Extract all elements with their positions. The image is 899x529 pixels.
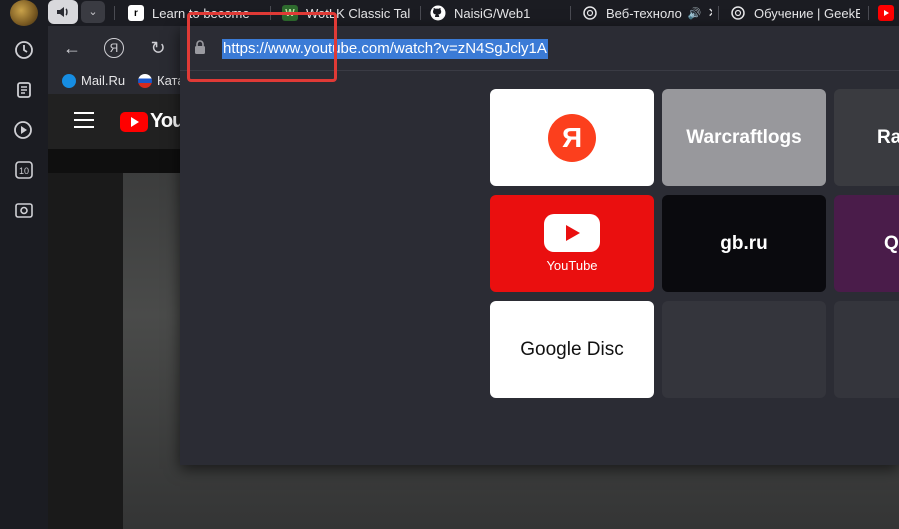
github-icon	[430, 5, 446, 21]
screenshot-icon[interactable]	[12, 198, 36, 222]
roadmap-icon: r	[128, 5, 144, 21]
mailru-icon	[62, 73, 76, 88]
history-icon[interactable]	[12, 38, 36, 62]
tile-ra[interactable]: Ra	[834, 89, 899, 186]
tab-separator	[868, 6, 869, 20]
tab-separator	[420, 6, 421, 20]
yandex-button[interactable]: Я	[104, 38, 124, 58]
openai-icon	[730, 5, 746, 21]
tile-label: YouTube	[546, 258, 598, 273]
counter-10-icon[interactable]: 10	[12, 158, 36, 182]
tile-label: Я	[561, 121, 583, 153]
tab-separator	[570, 6, 571, 20]
reload-button[interactable]: ↻	[146, 36, 170, 60]
avatar[interactable]	[10, 0, 38, 26]
tile-label: gb.ru	[720, 232, 768, 254]
russia-flag-icon	[138, 73, 152, 88]
bookmark-label: Mail.Ru	[81, 73, 126, 88]
back-icon: ←	[63, 38, 81, 58]
tab-separator	[718, 6, 719, 20]
tile-gb[interactable]: gb.ru	[662, 195, 826, 292]
tab-strip: ⌄ r Learn to become W WotLK Classic Tale…	[48, 0, 899, 26]
bookmark-catalog[interactable]: Ката	[138, 73, 185, 88]
tile-google-disc[interactable]: Google Disc	[490, 301, 654, 398]
tab-separator	[114, 6, 115, 20]
svg-text:10: 10	[19, 166, 29, 176]
tab-github[interactable]: NaisiG/Web1	[430, 0, 560, 26]
omnibox-dropdown: https://www.youtube.com/watch?v=zN4SgJcl…	[180, 26, 899, 465]
tile-label: Ra	[877, 126, 899, 148]
openai-icon	[582, 5, 598, 21]
tab-youtube[interactable]	[878, 0, 899, 26]
bookmark-mailru[interactable]: Mail.Ru	[62, 73, 125, 88]
speaker-icon[interactable]: 🔊	[688, 7, 702, 20]
tab-menu-button[interactable]: ⌄	[81, 1, 105, 23]
tile-youtube[interactable]: YouTube	[490, 195, 654, 292]
yandex-logo-icon: Я	[548, 113, 596, 162]
tab-label: Обучение | GeekB	[754, 5, 860, 21]
tile-label: Q	[884, 232, 899, 254]
tab-label: NaisiG/Web1	[454, 5, 531, 21]
tab-web-tech[interactable]: Веб-техноло 🔊 ✕	[582, 0, 712, 26]
tile-empty[interactable]	[834, 301, 899, 398]
tile-empty[interactable]	[662, 301, 826, 398]
tile-yandex[interactable]: Я	[490, 89, 654, 186]
tile-warcraftlogs[interactable]: Warcraftlogs	[662, 89, 826, 186]
chevron-down-icon: ⌄	[88, 6, 98, 18]
speaker-icon	[57, 7, 68, 17]
sound-button[interactable]	[48, 0, 78, 24]
close-icon[interactable]: ✕	[708, 5, 712, 21]
youtube-icon	[878, 5, 894, 21]
left-sidebar: 10	[0, 0, 48, 529]
tile-label: Google Disc	[520, 338, 624, 360]
hamburger-icon[interactable]	[74, 112, 94, 128]
tile-label: Warcraftlogs	[686, 126, 802, 148]
back-button[interactable]: ←	[60, 36, 84, 60]
yandex-icon: Я	[109, 41, 119, 55]
youtube-play-icon	[544, 214, 600, 252]
highlight-annotation	[187, 12, 337, 82]
tab-geekbrains[interactable]: Обучение | GeekB	[730, 0, 860, 26]
video-player-icon[interactable]	[12, 118, 36, 142]
page-margin	[48, 173, 123, 529]
collections-icon[interactable]	[12, 78, 36, 102]
tile-q[interactable]: Q	[834, 195, 899, 292]
reload-icon: ↻	[150, 38, 166, 58]
youtube-play-icon	[120, 111, 148, 132]
tab-label: Веб-техноло	[606, 5, 682, 21]
